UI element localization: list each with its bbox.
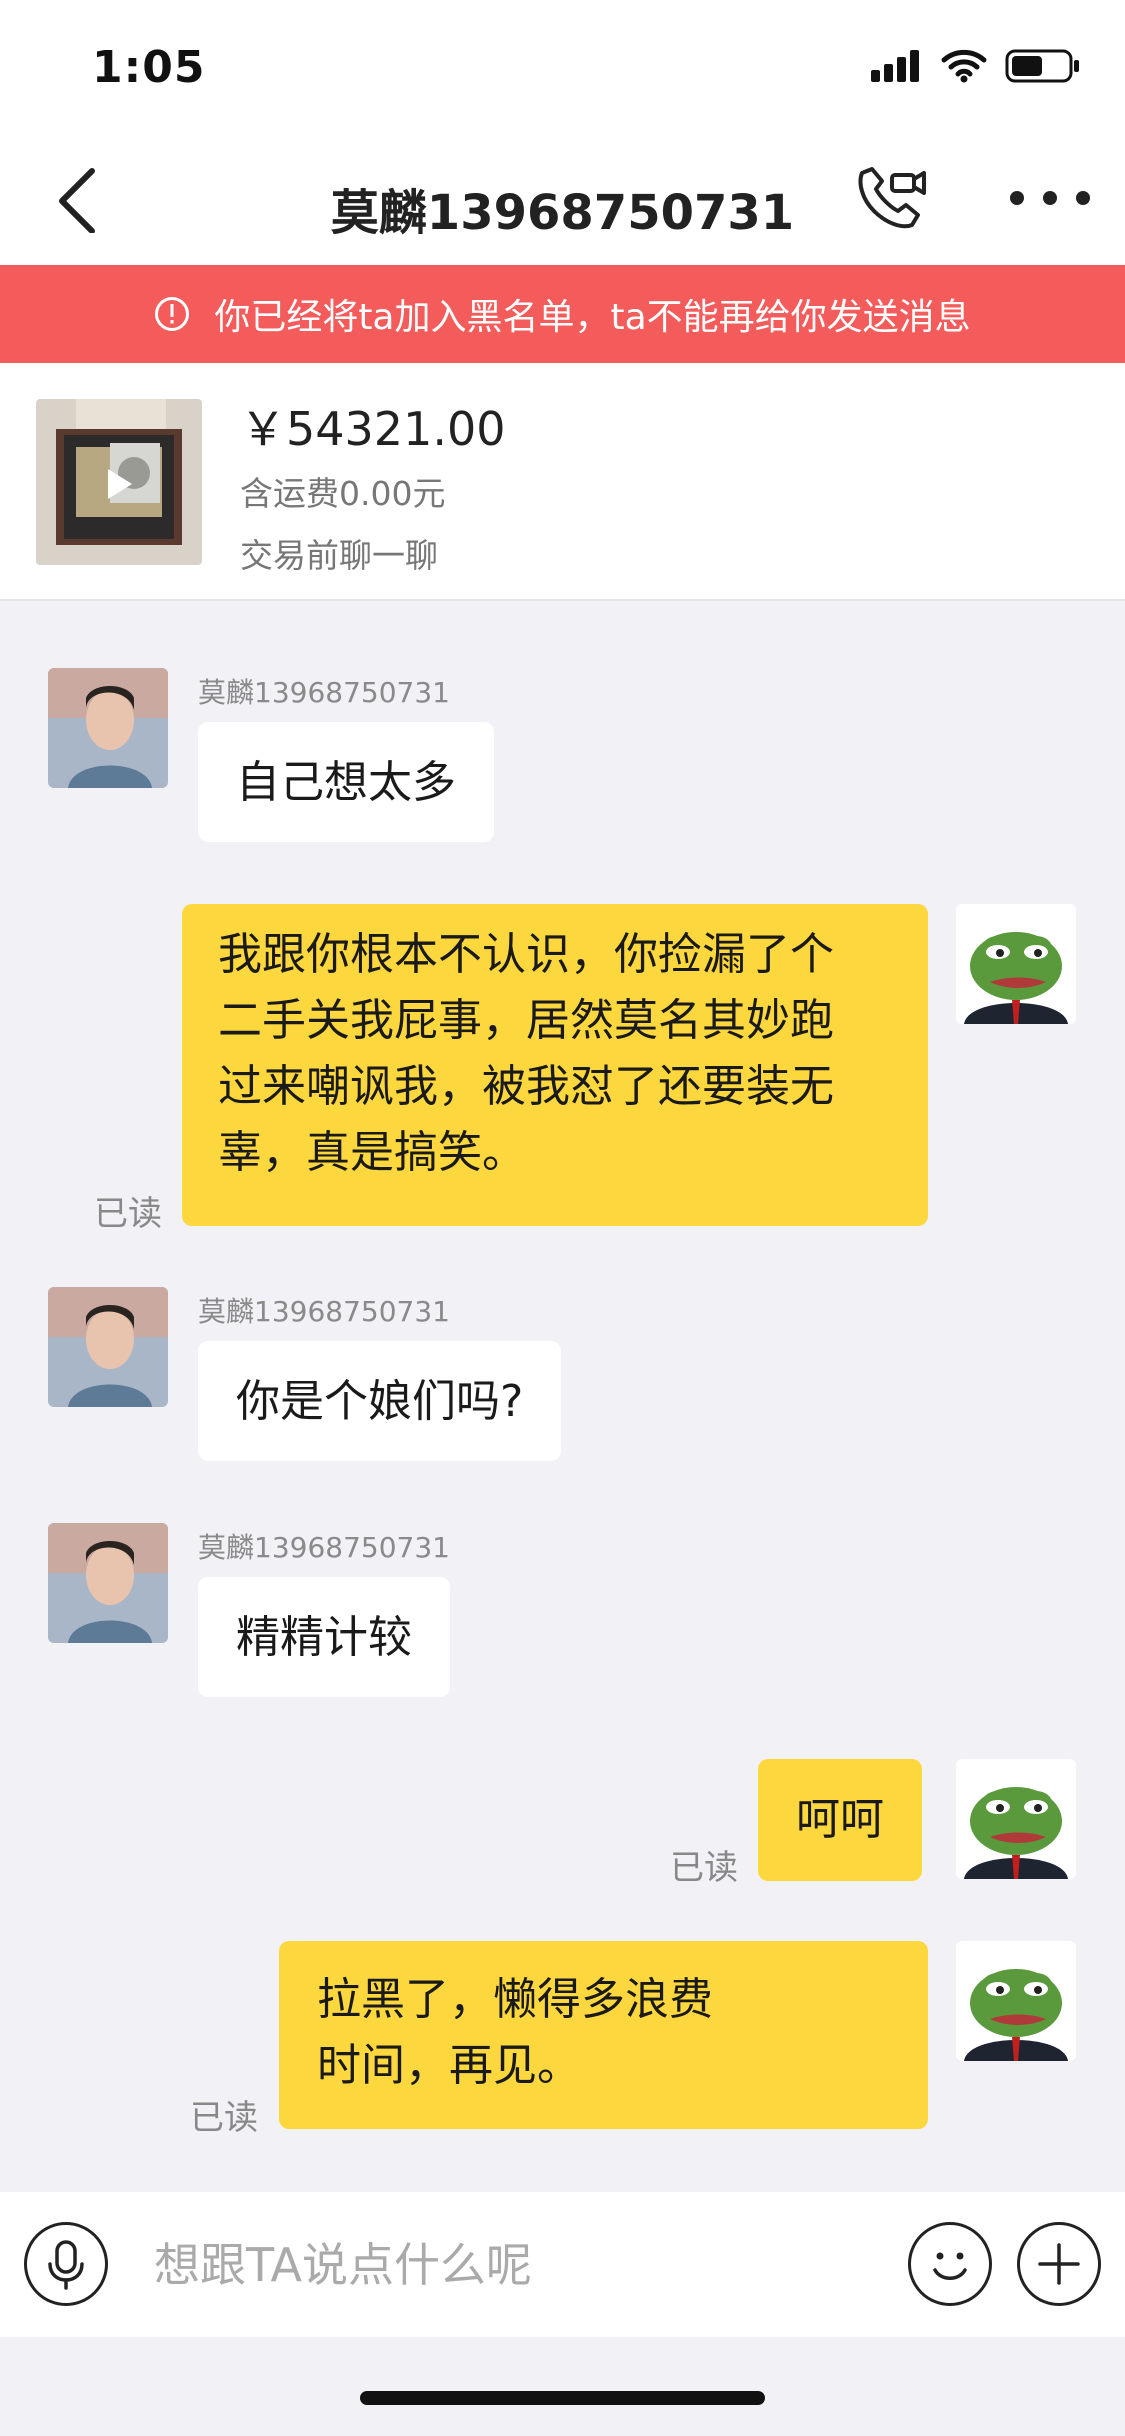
status-bar: 1:05 xyxy=(0,0,1125,135)
message-bubble[interactable]: 我跟你根本不认识，你捡漏了个 二手关我屁事，居然莫名其妙跑 过来嘲讽我，被我怼了… xyxy=(182,904,928,1226)
video-call-button[interactable] xyxy=(852,159,928,235)
read-status: 已读 xyxy=(670,1848,738,1888)
battery-icon xyxy=(1005,49,1079,83)
my-avatar[interactable] xyxy=(956,1941,1076,2061)
contact-avatar[interactable] xyxy=(48,1287,168,1407)
home-indicator[interactable] xyxy=(360,2391,765,2405)
info-icon xyxy=(155,297,190,331)
contact-avatar[interactable] xyxy=(48,1523,168,1643)
product-shipping: 含运费0.00元 xyxy=(240,474,446,513)
emoji-button[interactable] xyxy=(908,2222,992,2306)
message-bubble[interactable]: 你是个娘们吗? xyxy=(198,1341,562,1461)
my-avatar[interactable] xyxy=(956,1759,1076,1879)
more-icon xyxy=(1010,191,1024,205)
message-bubble[interactable]: 精精计较 xyxy=(198,1577,450,1697)
product-card[interactable]: ￥54321.00 含运费0.00元 交易前聊一聊 xyxy=(0,363,1125,601)
product-thumbnail[interactable] xyxy=(36,399,202,565)
sender-name: 莫麟13968750731 xyxy=(198,1531,450,1564)
sender-name: 莫麟13968750731 xyxy=(198,1295,450,1328)
video-call-icon xyxy=(858,167,926,229)
message-input[interactable] xyxy=(154,2232,874,2298)
product-price: ￥54321.00 xyxy=(240,402,506,456)
message-bubble[interactable]: 自己想太多 xyxy=(198,722,494,842)
smiley-icon xyxy=(933,2252,967,2280)
read-status: 已读 xyxy=(94,1194,162,1234)
nav-bar: 莫麟13968750731 xyxy=(0,135,1125,265)
chat-before-trade-label: 交易前聊一聊 xyxy=(240,536,438,575)
input-bar xyxy=(0,2192,1125,2337)
message-text: 呵呵 xyxy=(796,1794,884,1845)
my-avatar[interactable] xyxy=(956,904,1076,1024)
microphone-icon xyxy=(48,2240,84,2290)
message-text: 精精计较 xyxy=(236,1612,412,1663)
signal-icon xyxy=(871,50,923,82)
blacklist-banner: 你已经将ta加入黑名单，ta不能再给你发送消息 xyxy=(0,265,1125,363)
message-text: 你是个娘们吗? xyxy=(236,1376,524,1427)
message-bubble[interactable]: 呵呵 xyxy=(758,1759,922,1881)
banner-text: 你已经将ta加入黑名单，ta不能再给你发送消息 xyxy=(214,297,971,338)
message-text-line: 辜，真是搞笑。 xyxy=(218,1127,526,1178)
status-icons xyxy=(871,48,1081,84)
add-button[interactable] xyxy=(1017,2222,1101,2306)
message-text-line: 时间，再见。 xyxy=(317,2040,581,2091)
voice-button[interactable] xyxy=(24,2222,108,2306)
chat-screen: 1:05 莫麟13968750731 你已经将ta加入黑名单，ta不能再给你发送… xyxy=(0,0,1125,2436)
message-text-line: 我跟你根本不认识，你捡漏了个 xyxy=(218,929,834,980)
more-button[interactable] xyxy=(1010,173,1090,223)
sender-name: 莫麟13968750731 xyxy=(198,676,450,709)
message-text-line: 拉黑了，懒得多浪费 xyxy=(317,1974,713,2025)
wifi-icon xyxy=(941,49,987,83)
plus-icon xyxy=(1038,2243,1080,2285)
message-text-line: 二手关我屁事，居然莫名其妙跑 xyxy=(218,995,834,1046)
message-text-line: 过来嘲讽我，被我怼了还要装无 xyxy=(218,1061,834,1112)
status-time: 1:05 xyxy=(92,42,206,93)
message-bubble[interactable]: 拉黑了，懒得多浪费 时间，再见。 xyxy=(279,1941,928,2129)
chat-title: 莫麟13968750731 xyxy=(330,185,795,241)
contact-avatar[interactable] xyxy=(48,668,168,788)
message-text: 自己想太多 xyxy=(236,757,456,808)
read-status: 已读 xyxy=(190,2098,258,2138)
